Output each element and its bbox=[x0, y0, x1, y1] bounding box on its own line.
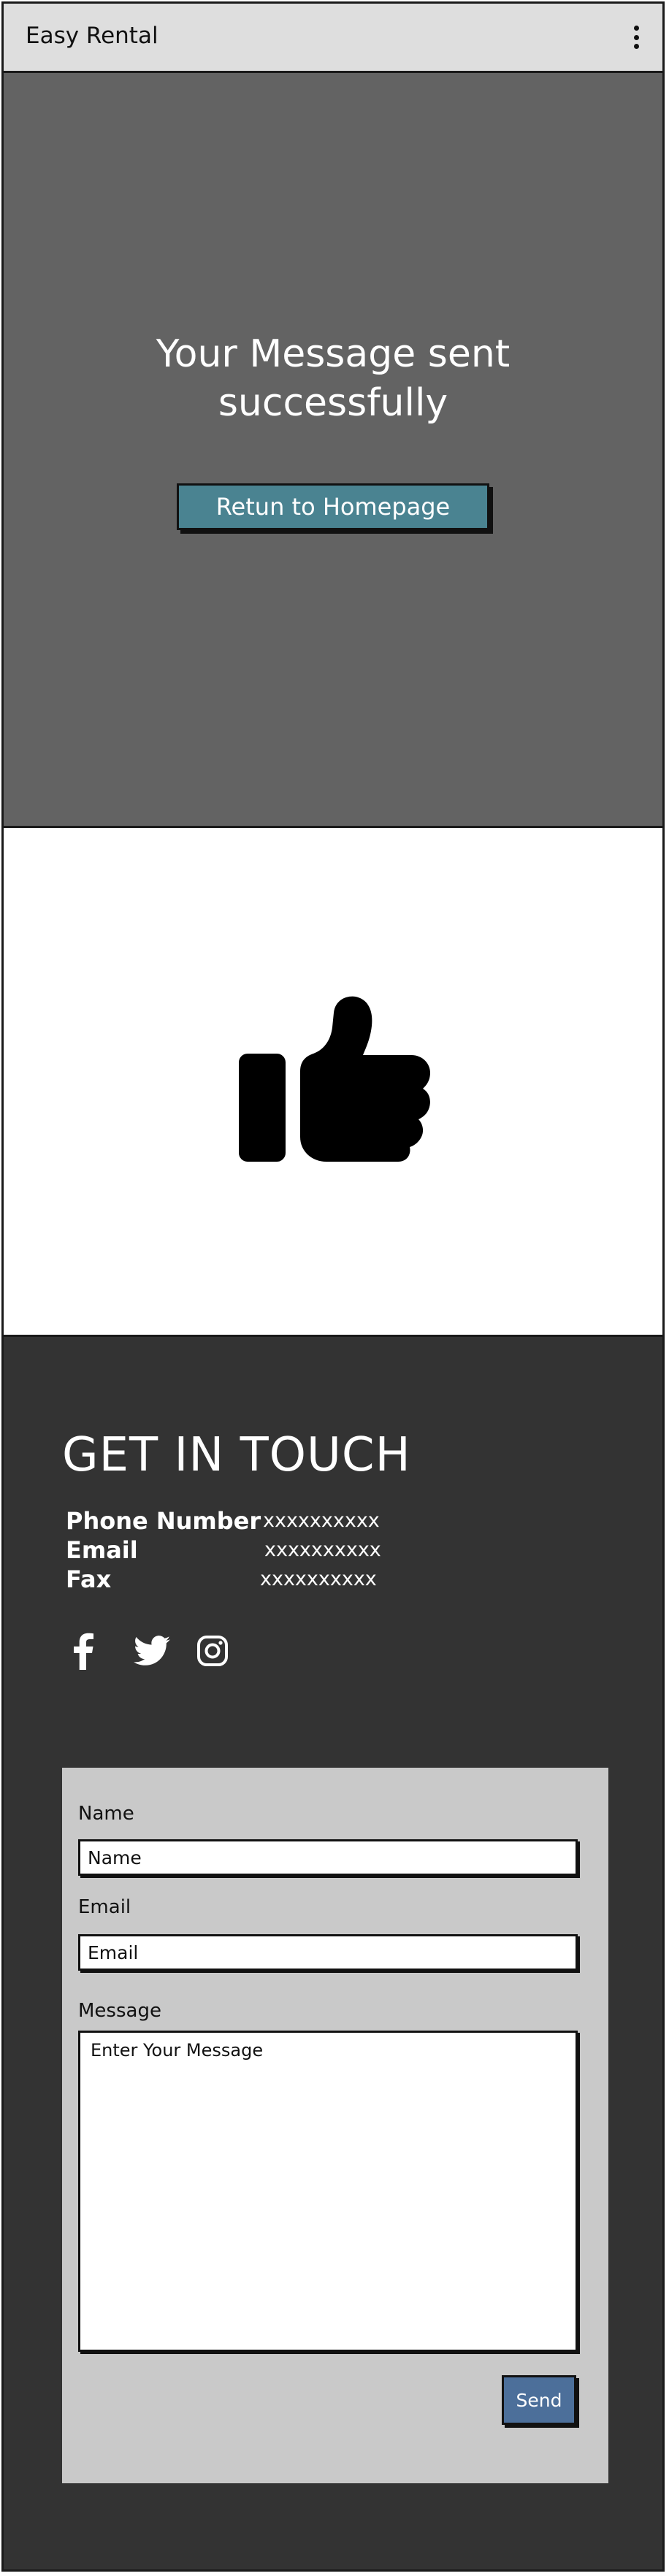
app-frame: Easy Rental Your Message sent successful… bbox=[1, 1, 665, 2572]
fax-value: xxxxxxxxxx bbox=[260, 1568, 377, 1590]
return-to-homepage-button[interactable]: Retun to Homepage bbox=[177, 483, 489, 530]
email-row: Email bbox=[66, 1536, 138, 1564]
success-message: Your Message sent successfully bbox=[4, 330, 662, 428]
app-title: Easy Rental bbox=[26, 23, 158, 49]
message-textarea[interactable] bbox=[78, 2031, 578, 2352]
contact-form: Name Email Message Send bbox=[62, 1768, 608, 2483]
facebook-icon[interactable] bbox=[71, 1629, 94, 1673]
name-input[interactable] bbox=[78, 1839, 578, 1876]
top-app-bar: Easy Rental bbox=[4, 4, 662, 73]
contact-section: GET IN TOUCH Phone Number xxxxxxxxxx Ema… bbox=[4, 1337, 662, 2569]
contact-title: GET IN TOUCH bbox=[62, 1428, 411, 1482]
more-vertical-icon[interactable] bbox=[632, 26, 641, 49]
twitter-icon[interactable] bbox=[134, 1629, 170, 1673]
success-message-line1: Your Message sent bbox=[156, 332, 511, 376]
thumbs-up-icon bbox=[239, 996, 430, 1162]
name-label: Name bbox=[78, 1803, 134, 1825]
email-info-value: xxxxxxxxxx bbox=[264, 1538, 381, 1561]
send-button[interactable]: Send bbox=[502, 2375, 576, 2425]
email-info-label: Email bbox=[66, 1536, 138, 1564]
instagram-icon[interactable] bbox=[196, 1629, 229, 1673]
fax-label: Fax bbox=[66, 1565, 112, 1593]
phone-number-label: Phone Number bbox=[66, 1507, 261, 1535]
thumbs-up-section bbox=[4, 828, 662, 1337]
success-message-line2: successfully bbox=[218, 381, 448, 425]
success-section: Your Message sent successfully Retun to … bbox=[4, 73, 662, 828]
phone-number-value: xxxxxxxxxx bbox=[263, 1509, 380, 1532]
email-label: Email bbox=[78, 1896, 131, 1918]
message-label: Message bbox=[78, 2000, 161, 2022]
phone-number-row: Phone Number bbox=[66, 1507, 261, 1535]
email-input[interactable] bbox=[78, 1934, 578, 1971]
fax-row: Fax bbox=[66, 1565, 111, 1593]
